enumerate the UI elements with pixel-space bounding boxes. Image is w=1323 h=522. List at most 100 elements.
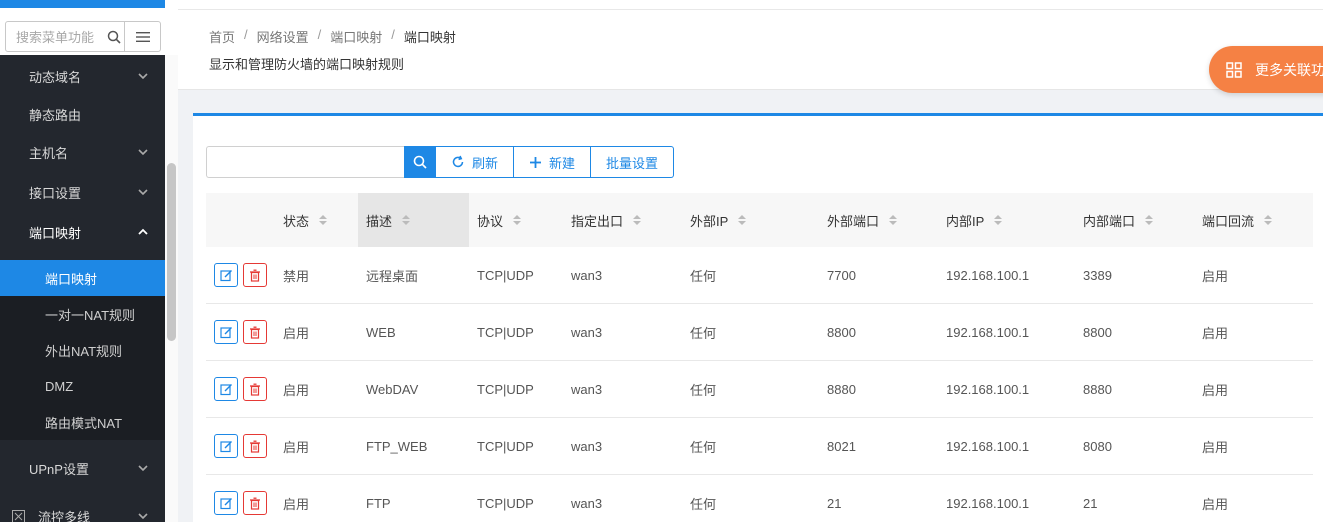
edit-button[interactable] [214,263,238,287]
refresh-button[interactable]: 刷新 [436,146,515,178]
column-header-port-loopback[interactable]: 端口回流 [1202,193,1273,247]
sidebar-item-dynamic-dns[interactable]: 动态域名 [0,57,165,95]
cell-internal-port: 8800 [1083,324,1112,340]
cell-protocol: TCP|UDP [477,495,534,511]
cell-internal-ip: 192.168.100.1 [946,267,1030,283]
sidebar-item-label: 主机名 [29,145,69,161]
sidebar-item-interface-settings[interactable]: 接口设置 [0,173,165,211]
column-header-internal-port[interactable]: 内部端口 [1083,193,1154,247]
menu-search-box[interactable]: 搜索菜单功能 [5,21,161,52]
sidebar-item-port-mapping[interactable]: 端口映射 [0,213,165,251]
column-header-external-port[interactable]: 外部端口 [827,193,898,247]
sidebar-subitem-one-to-one-nat[interactable]: 一对一NAT规则 [0,296,165,332]
sort-icon[interactable] [319,215,328,225]
sort-icon[interactable] [1264,215,1273,225]
sidebar-item-hostname[interactable]: 主机名 [0,133,165,171]
top-bar [178,0,1323,10]
sidebar-item-static-route[interactable]: 静态路由 [0,95,165,133]
trash-icon [250,269,260,282]
column-header-description[interactable]: 描述 [358,193,469,247]
sidebar-item-label: 流控多线 [38,509,91,522]
refresh-icon [451,155,465,169]
edit-icon [219,497,232,509]
sort-icon[interactable] [889,215,898,225]
sidebar-item-label: UPnP设置 [29,461,89,477]
sidebar-subitem-port-mapping[interactable]: 端口映射 [0,260,165,296]
cell-external-ip: 任何 [690,439,717,455]
edit-button[interactable] [214,491,238,515]
sidebar-subitem-outbound-nat[interactable]: 外出NAT规则 [0,332,165,368]
chevron-down-icon [138,189,148,196]
column-header-status[interactable]: 状态 [283,193,328,247]
sort-icon[interactable] [1145,215,1154,225]
edit-icon [219,269,232,281]
cell-protocol: TCP|UDP [477,324,534,340]
breadcrumb-network-settings[interactable]: 网络设置 [257,27,309,46]
delete-button[interactable] [243,377,267,401]
sidebar-scroll-thumb[interactable] [167,163,176,341]
sidebar-subitem-label: DMZ [45,378,74,394]
breadcrumb-home[interactable]: 首页 [209,27,235,46]
column-header-label: 外部端口 [827,213,880,229]
page-description: 显示和管理防火墙的端口映射规则 [209,57,405,72]
column-header-internal-ip[interactable]: 内部IP [946,193,1003,247]
chevron-down-icon [138,513,148,520]
edit-button[interactable] [214,377,238,401]
cell-port-loopback: 启用 [1202,496,1229,512]
menu-toggle-button[interactable] [124,22,160,51]
sidebar-subitem-label: 路由模式NAT [45,415,123,431]
batch-settings-button[interactable]: 批量设置 [591,146,675,178]
column-header-external-ip[interactable]: 外部IP [690,193,747,247]
plus-icon [529,156,542,169]
chevron-down-icon [138,73,148,80]
edit-button[interactable] [214,320,238,344]
breadcrumb-port-mapping-group[interactable]: 端口映射 [330,27,382,46]
delete-button[interactable] [243,263,267,287]
cell-port-loopback: 启用 [1202,325,1229,341]
table-search-input[interactable] [206,146,404,178]
sort-icon[interactable] [402,215,411,225]
search-icon[interactable] [104,30,124,44]
new-label: 新建 [549,155,576,171]
sidebar-subitem-dmz[interactable]: DMZ [0,368,165,404]
sort-icon[interactable] [513,215,522,225]
sort-icon[interactable] [738,215,747,225]
sidebar-item-flow-control[interactable]: 流控多线 [0,497,165,522]
cell-external-ip: 任何 [690,382,717,398]
column-header-egress[interactable]: 指定出口 [571,193,642,247]
cell-egress: wan3 [571,495,603,511]
sidebar-item-upnp[interactable]: UPnP设置 [0,449,165,487]
column-header-protocol[interactable]: 协议 [477,193,522,247]
cell-external-port: 7700 [827,267,856,283]
chevron-down-icon [138,465,148,472]
cell-external-ip: 任何 [690,268,717,284]
edit-button[interactable] [214,434,238,458]
more-button-label: 更多关联功能 [1255,61,1323,78]
cell-egress: wan3 [571,324,603,340]
content-panel: 刷新 新建 批量设置 状态 描述 协议 指定出口 外部IP 外部端口 内部IP … [193,113,1323,522]
cell-port-loopback: 启用 [1202,268,1229,284]
table-search-button[interactable] [404,146,436,178]
delete-button[interactable] [243,434,267,458]
cell-internal-port: 8080 [1083,438,1112,454]
column-header-label: 描述 [366,213,393,229]
sidebar: 搜索菜单功能 动态域名 静态路由 主机名 接口设置 端口映射 端口映射 一对一N… [0,0,178,522]
menu-search-input[interactable]: 搜索菜单功能 [6,27,104,46]
cell-external-ip: 任何 [690,325,717,341]
cell-external-port: 21 [827,495,842,511]
more-related-features-button[interactable]: 更多关联功能 [1209,46,1323,93]
breadcrumb-current: 端口映射 [403,30,456,45]
new-button[interactable]: 新建 [514,146,592,178]
sort-icon[interactable] [994,215,1003,225]
cell-protocol: TCP|UDP [477,267,534,283]
chevron-up-icon [138,228,148,235]
column-header-label: 指定出口 [571,213,624,229]
batch-settings-label: 批量设置 [606,155,659,171]
edit-icon [219,326,232,338]
trash-icon [250,440,260,453]
delete-button[interactable] [243,320,267,344]
sort-icon[interactable] [633,215,642,225]
delete-button[interactable] [243,491,267,515]
cell-internal-ip: 192.168.100.1 [946,381,1030,397]
sidebar-subitem-route-mode-nat[interactable]: 路由模式NAT [0,404,165,440]
